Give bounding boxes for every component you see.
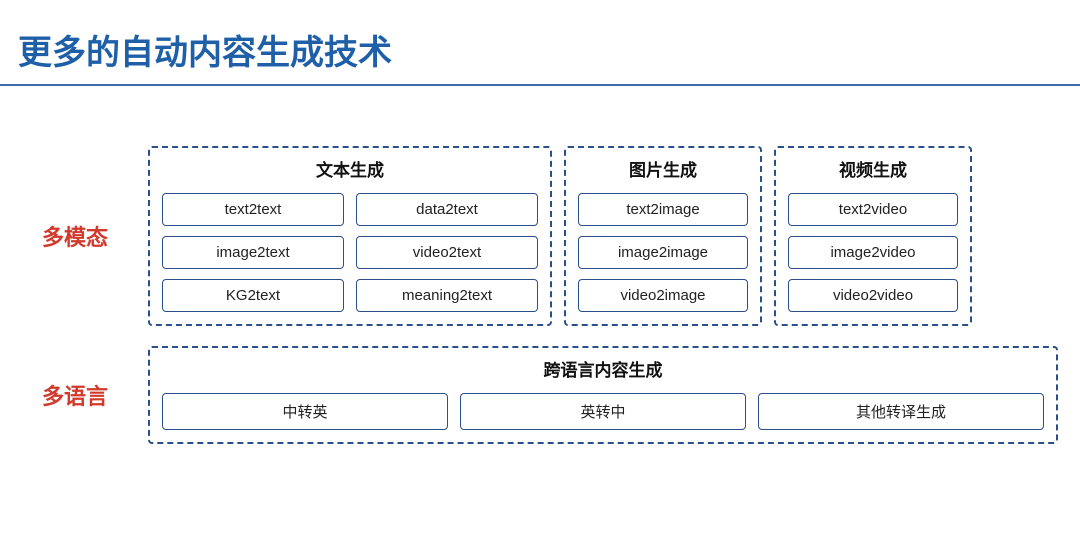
slide-title: 更多的自动内容生成技术 — [0, 0, 1080, 84]
box-video2video: video2video — [788, 279, 958, 312]
row-multimodal: 多模态 文本生成 text2text data2text image2text … — [20, 146, 1080, 326]
text-row-2: KG2text meaning2text — [162, 279, 538, 312]
box-meaning2text: meaning2text — [356, 279, 538, 312]
group-title-video: 视频生成 — [788, 156, 958, 181]
box-text2text: text2text — [162, 193, 344, 226]
box-other-translation: 其他转译生成 — [758, 393, 1044, 430]
box-video2text: video2text — [356, 236, 538, 269]
box-text2video: text2video — [788, 193, 958, 226]
title-divider — [0, 84, 1080, 86]
box-zh2en: 中转英 — [162, 393, 448, 430]
box-video2image: video2image — [578, 279, 748, 312]
box-text2image: text2image — [578, 193, 748, 226]
box-data2text: data2text — [356, 193, 538, 226]
multimodal-groups: 文本生成 text2text data2text image2text vide… — [148, 146, 972, 326]
group-video-generation: 视频生成 text2video image2video video2video — [774, 146, 972, 326]
row-label-multimodal: 多模态 — [20, 220, 130, 252]
box-en2zh: 英转中 — [460, 393, 746, 430]
diagram-content: 多模态 文本生成 text2text data2text image2text … — [0, 146, 1080, 444]
group-title-text: 文本生成 — [162, 156, 538, 181]
box-image2image: image2image — [578, 236, 748, 269]
text-row-0: text2text data2text — [162, 193, 538, 226]
row-multilingual: 多语言 跨语言内容生成 中转英 英转中 其他转译生成 — [20, 346, 1080, 444]
row-label-multilingual: 多语言 — [20, 379, 130, 411]
group-image-generation: 图片生成 text2image image2image video2image — [564, 146, 762, 326]
box-image2video: image2video — [788, 236, 958, 269]
group-title-crosslingual: 跨语言内容生成 — [162, 356, 1044, 381]
box-kg2text: KG2text — [162, 279, 344, 312]
crosslingual-row: 中转英 英转中 其他转译生成 — [162, 393, 1044, 430]
text-row-1: image2text video2text — [162, 236, 538, 269]
group-crosslingual: 跨语言内容生成 中转英 英转中 其他转译生成 — [148, 346, 1058, 444]
group-title-image: 图片生成 — [578, 156, 748, 181]
group-text-generation: 文本生成 text2text data2text image2text vide… — [148, 146, 552, 326]
box-image2text: image2text — [162, 236, 344, 269]
